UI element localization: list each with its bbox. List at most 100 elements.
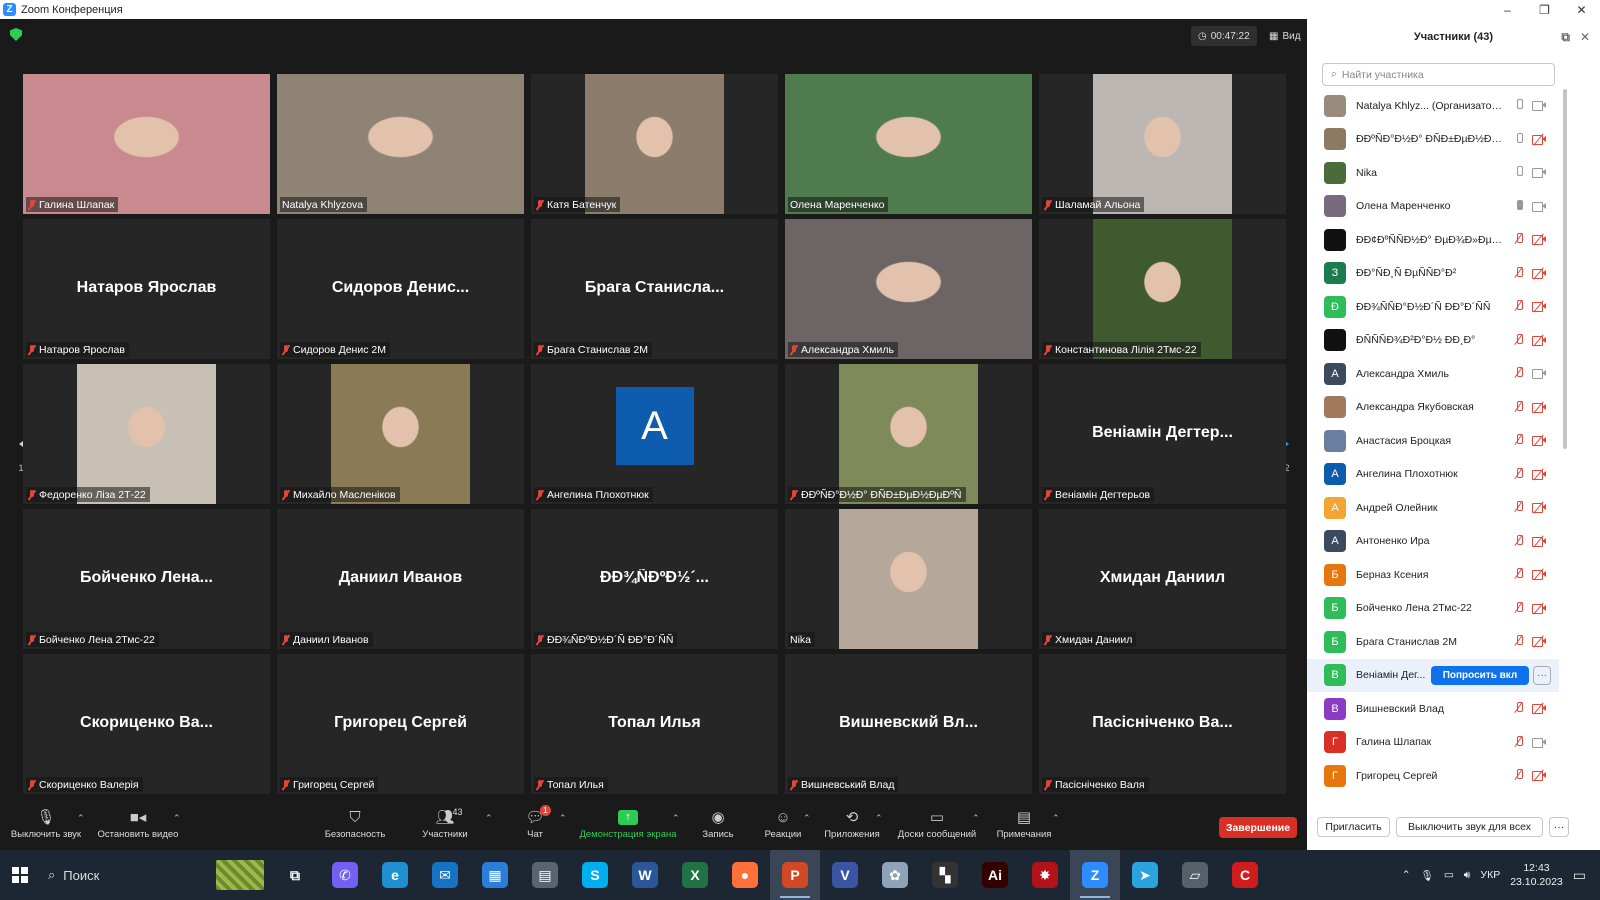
- taskbar-widget-thumbnail[interactable]: [210, 850, 270, 900]
- notes-options-caret[interactable]: ⌃: [1052, 813, 1060, 824]
- participant-row[interactable]: Ð ÐÐ¾ÑÑÐ°Ð½Ð´Ñ ÐÐ°Ð´ÑÑ: [1307, 290, 1559, 324]
- video-tile[interactable]: Веніамін Дегтер... Веніамін Дегтерьов: [1039, 364, 1286, 504]
- participant-row[interactable]: А Андрей Олейник: [1307, 491, 1559, 525]
- taskbar-app-excel[interactable]: X: [670, 850, 720, 900]
- muted-mic-icon[interactable]: [1514, 300, 1524, 312]
- video-icon[interactable]: [1532, 368, 1546, 379]
- mute-all-button[interactable]: Выключить звук для всех: [1396, 817, 1543, 837]
- encryption-shield-icon[interactable]: [10, 28, 22, 41]
- muted-mic-icon[interactable]: [1514, 266, 1524, 279]
- stop-video-button[interactable]: ■◂ Остановить видео: [93, 805, 183, 840]
- taskbar-app-powerpoint[interactable]: P: [770, 850, 820, 900]
- video-icon[interactable]: [1532, 100, 1546, 111]
- video-off-icon[interactable]: [1532, 400, 1546, 414]
- video-icon[interactable]: [1532, 167, 1546, 178]
- video-tile[interactable]: Топал Илья Топал Илья: [531, 654, 778, 794]
- taskbar-app-zoom[interactable]: Z: [1070, 850, 1120, 900]
- muted-mic-icon[interactable]: [1514, 635, 1524, 647]
- participant-row[interactable]: ÐÑÑÑÐ¾Ð²Ð°Ð½ ÐÐ¸Ð°: [1307, 324, 1559, 358]
- apps-button[interactable]: ⟲ Приложения: [807, 805, 897, 840]
- video-icon[interactable]: [1532, 201, 1546, 212]
- muted-mic-icon[interactable]: [1514, 333, 1524, 346]
- taskbar-app-paint[interactable]: ✿: [870, 850, 920, 900]
- participant-row[interactable]: Nika: [1307, 156, 1559, 190]
- video-off-icon[interactable]: [1532, 635, 1546, 648]
- muted-mic-icon[interactable]: [1514, 735, 1524, 748]
- share-screen-button[interactable]: ↑ Демонстрация экрана: [573, 805, 683, 840]
- video-off-icon[interactable]: [1532, 266, 1546, 280]
- video-tile[interactable]: Nika: [785, 509, 1032, 649]
- taskbar-app-app-red[interactable]: ✸: [1020, 850, 1070, 900]
- video-off-icon[interactable]: [1532, 568, 1546, 581]
- tray-overflow-icon[interactable]: ⌃: [1402, 869, 1411, 881]
- search-participant-input[interactable]: ⌕ Найти участника: [1322, 63, 1555, 86]
- restore-button[interactable]: ❐: [1526, 0, 1563, 19]
- taskbar-app-edge[interactable]: e: [370, 850, 420, 900]
- muted-mic-icon[interactable]: [1514, 501, 1524, 513]
- taskbar-app-word[interactable]: W: [620, 850, 670, 900]
- video-tile[interactable]: Шаламай Альона: [1039, 74, 1286, 214]
- video-tile[interactable]: Олена Маренченко: [785, 74, 1032, 214]
- muted-mic-icon[interactable]: [1514, 434, 1524, 446]
- video-tile[interactable]: Вишневский Вл... Вишневський Влад: [785, 654, 1032, 794]
- taskbar-app-firefox[interactable]: ●: [720, 850, 770, 900]
- video-off-icon[interactable]: [1532, 534, 1546, 548]
- taskbar-app-skype[interactable]: S: [570, 850, 620, 900]
- muted-mic-icon[interactable]: [1514, 534, 1524, 547]
- participant-row[interactable]: ÐÐ¢ÐºÑÑÐ½Ð° ÐµÐ¾Ð»ÐµÐ½Ñ: [1307, 223, 1559, 257]
- muted-mic-icon[interactable]: [1514, 769, 1524, 781]
- video-tile[interactable]: Катя Батенчук: [531, 74, 778, 214]
- mic-icon[interactable]: [1514, 99, 1524, 111]
- network-icon[interactable]: ▭: [1444, 869, 1454, 881]
- participant-row[interactable]: А Ангелина Плохотнюк: [1307, 458, 1559, 492]
- participant-row[interactable]: ÐÐºÑÐ°Ð½Ð° ÐÑÐ±ÐµÐ½ÐµÐºÑ: [1307, 123, 1559, 157]
- muted-mic-icon[interactable]: [1514, 233, 1524, 245]
- video-off-icon[interactable]: [1532, 467, 1546, 481]
- video-off-icon[interactable]: [1532, 233, 1546, 246]
- participant-row[interactable]: Анастасия Броцкая: [1307, 424, 1559, 458]
- panel-more-button[interactable]: ···: [1549, 817, 1569, 837]
- participant-row[interactable]: В Вишневский Влад: [1307, 692, 1559, 726]
- taskbar-app-mail[interactable]: ✉: [420, 850, 470, 900]
- participant-row[interactable]: Б Бойченко Лена 2Тмс-22: [1307, 592, 1559, 626]
- mic-icon[interactable]: [1514, 199, 1524, 212]
- participant-row[interactable]: Г Григорец Сергей: [1307, 759, 1559, 793]
- participant-row[interactable]: Александра Якубовская: [1307, 391, 1559, 425]
- participant-row[interactable]: Г Галина Шлапак: [1307, 726, 1559, 760]
- meeting-timer[interactable]: ◷ 00:47:22: [1191, 26, 1257, 46]
- participant-row[interactable]: А Антоненко Ира: [1307, 525, 1559, 559]
- video-tile[interactable]: Скориценко Ва... Скориценко Валерія: [23, 654, 270, 794]
- video-tile[interactable]: Григорец Сергей Григорец Сергей: [277, 654, 524, 794]
- video-tile[interactable]: Пасісніченко Ва... Пасісніченко Валя: [1039, 654, 1286, 794]
- taskbar-app-scanner[interactable]: ▱: [1170, 850, 1220, 900]
- mic-icon[interactable]: [1514, 132, 1524, 145]
- video-tile[interactable]: Федоренко Ліза 2Т-22: [23, 364, 270, 504]
- popout-icon[interactable]: ⧉: [1561, 30, 1570, 45]
- end-meeting-button[interactable]: Завершение: [1219, 817, 1297, 838]
- video-tile[interactable]: Хмидан Даниил Хмидан Даниил: [1039, 509, 1286, 649]
- taskbar-app-calculator[interactable]: ▤: [520, 850, 570, 900]
- video-off-icon[interactable]: [1532, 601, 1546, 615]
- video-tile[interactable]: A Ангелина Плохотнюк: [531, 364, 778, 504]
- video-tile[interactable]: Галина Шлапак: [23, 74, 270, 214]
- video-off-icon[interactable]: [1532, 501, 1546, 514]
- muted-mic-icon[interactable]: [1514, 601, 1524, 614]
- taskbar-app-task-view[interactable]: ⧉: [270, 850, 320, 900]
- apps-options-caret[interactable]: ⌃: [875, 813, 883, 824]
- start-button[interactable]: [0, 850, 40, 900]
- taskbar-app-visio[interactable]: V: [820, 850, 870, 900]
- language-indicator[interactable]: УКР: [1480, 869, 1500, 881]
- volume-icon[interactable]: 🔊︎: [1464, 869, 1471, 882]
- taskbar-app-viber[interactable]: ✆: [320, 850, 370, 900]
- participant-row[interactable]: З ÐÐ°ÑÐ¸Ñ ÐµÑÑÐ°Ð²: [1307, 257, 1559, 291]
- participant-row[interactable]: Natalya Khlyz... (Организатор, я): [1307, 89, 1559, 123]
- view-button[interactable]: ▦ Вид: [1262, 26, 1308, 46]
- taskbar-app-calendar[interactable]: ▦: [470, 850, 520, 900]
- taskbar-search[interactable]: ⌕ Поиск: [40, 850, 210, 900]
- taskbar-app-app-c[interactable]: C: [1220, 850, 1270, 900]
- participant-row[interactable]: Олена Маренченко: [1307, 190, 1559, 224]
- minimize-button[interactable]: –: [1489, 0, 1526, 19]
- video-off-icon[interactable]: [1532, 132, 1546, 146]
- participant-row[interactable]: А Александра Хмиль: [1307, 357, 1559, 391]
- muted-mic-icon[interactable]: [1514, 367, 1524, 379]
